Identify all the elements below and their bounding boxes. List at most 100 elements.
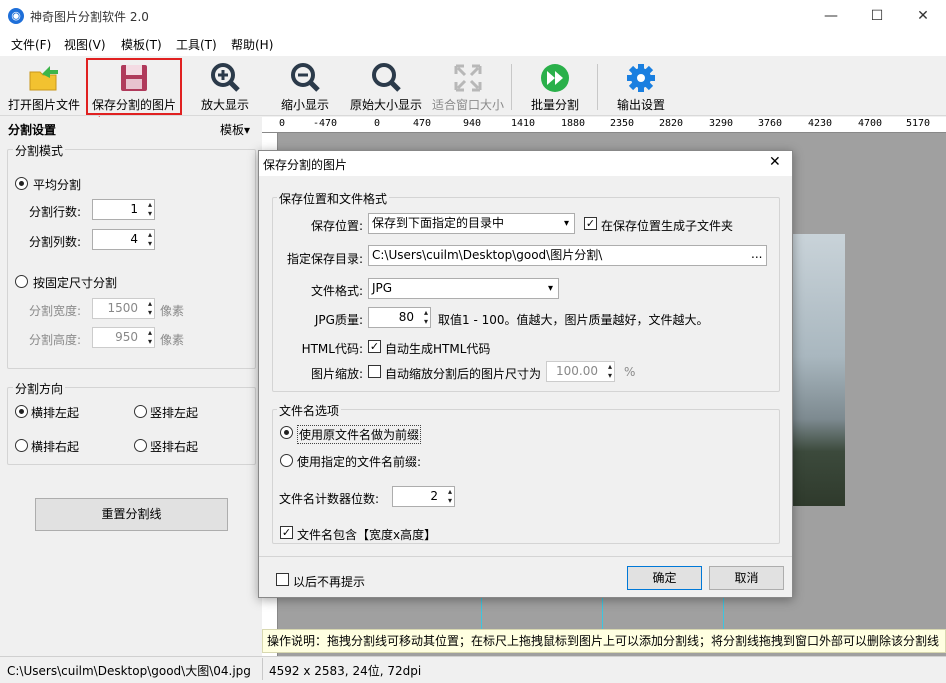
- include-size-checkbox[interactable]: ✓: [280, 526, 293, 539]
- ruler-tick: 2820: [659, 118, 684, 129]
- fast-forward-icon: [541, 64, 569, 92]
- preview-image: [792, 234, 845, 506]
- split-line[interactable]: [481, 598, 482, 629]
- menu-template[interactable]: 模板(T): [121, 36, 162, 53]
- quality-hint: 取值1 - 100。值越大，图片质量越好，文件越大。: [438, 313, 709, 327]
- close-button[interactable]: ✕: [900, 0, 946, 32]
- zoom-in-label: 放大显示: [200, 98, 249, 112]
- rows-label: 分割行数:: [29, 205, 82, 219]
- html-option-label: 自动生成HTML代码: [385, 342, 491, 356]
- ruler-tick: 3760: [758, 118, 783, 129]
- dialog-divider: [259, 556, 792, 557]
- horizontal-right-label: 横排右起: [31, 440, 80, 454]
- zoom-out-icon: [291, 63, 320, 92]
- height-unit: 像素: [160, 333, 185, 347]
- horizontal-left-radio[interactable]: [15, 405, 28, 418]
- open-image-button[interactable]: 打开图片文件: [4, 59, 84, 115]
- minimize-button[interactable]: —: [808, 0, 854, 32]
- highlight-box: [86, 58, 182, 115]
- reset-lines-button[interactable]: 重置分割线: [35, 498, 228, 531]
- status-separator: [262, 658, 263, 680]
- subfolder-checkbox[interactable]: ✓: [584, 217, 597, 230]
- maximize-button[interactable]: ☐: [854, 0, 900, 32]
- output-settings-label: 输出设置: [616, 98, 665, 112]
- scale-label: 图片缩放:: [310, 367, 363, 381]
- width-stepper[interactable]: 1500: [92, 298, 155, 319]
- open-folder-icon: [29, 66, 58, 91]
- batch-split-label: 批量分割: [530, 98, 579, 112]
- zoom-in-icon: [211, 63, 240, 92]
- image-info-status: 4592 x 2583, 24位, 72dpi: [269, 664, 422, 678]
- zoom-out-label: 缩小显示: [280, 98, 329, 112]
- zoom-out-button[interactable]: 缩小显示: [270, 59, 340, 115]
- ruler-tick: 940: [463, 118, 482, 129]
- output-settings-button[interactable]: 输出设置: [606, 59, 676, 115]
- ruler-tick: 3290: [709, 118, 734, 129]
- fit-window-icon: [454, 64, 482, 92]
- original-size-label: 原始大小显示: [349, 98, 422, 112]
- split-line[interactable]: [602, 598, 603, 629]
- save-dir-input[interactable]: C:\Users\cuilm\Desktop\good\图片分割\: [368, 245, 767, 266]
- html-checkbox[interactable]: ✓: [368, 340, 381, 353]
- use-custom-prefix-label: 使用指定的文件名前缀:: [297, 455, 422, 469]
- panel-title: 分割设置: [8, 123, 57, 137]
- even-split-label: 平均分割: [33, 178, 82, 192]
- template-dropdown[interactable]: 模板▾: [220, 121, 250, 138]
- save-location-label: 保存位置:: [310, 219, 363, 233]
- ruler-tick: 4700: [858, 118, 883, 129]
- percent-sign: %: [624, 365, 636, 379]
- fixed-size-label: 按固定尺寸分割: [33, 276, 118, 290]
- fixed-size-radio[interactable]: [15, 275, 28, 288]
- file-path-status: C:\Users\cuilm\Desktop\good\大图\04.jpg: [7, 664, 251, 678]
- ruler-tick: 1410: [511, 118, 536, 129]
- no-prompt-label: 以后不再提示: [293, 575, 366, 589]
- save-location-select[interactable]: 保存到下面指定的目录中: [368, 213, 575, 234]
- zoom-in-button[interactable]: 放大显示: [190, 59, 260, 115]
- top-ruler[interactable]: [262, 117, 946, 133]
- rows-stepper[interactable]: 1: [92, 199, 155, 220]
- scale-stepper[interactable]: 100.00: [546, 361, 615, 382]
- menu-view[interactable]: 视图(V): [64, 36, 106, 53]
- browse-button[interactable]: ...: [751, 247, 762, 261]
- ruler-tick: 0: [279, 118, 286, 129]
- fit-window-button[interactable]: 适合窗口大小: [430, 59, 506, 115]
- format-label: 文件格式:: [310, 284, 363, 298]
- split-direction-label: 分割方向: [13, 380, 66, 397]
- save-dialog: 保存分割的图片 ✕ 保存位置和文件格式 保存位置: 保存到下面指定的目录中 ✓ …: [258, 150, 793, 598]
- split-line[interactable]: [723, 598, 724, 629]
- cols-label: 分割列数:: [29, 235, 82, 249]
- width-label: 分割宽度:: [29, 304, 82, 318]
- use-original-name-radio[interactable]: [280, 426, 293, 439]
- batch-split-button[interactable]: 批量分割: [520, 59, 590, 115]
- scale-checkbox[interactable]: [368, 365, 381, 378]
- cols-stepper[interactable]: 4: [92, 229, 155, 250]
- quality-stepper[interactable]: 80: [368, 307, 431, 328]
- operation-hint: 操作说明：拖拽分割线可移动其位置；在标尺上拖拽鼠标到图片上可以添加分割线；将分割…: [262, 629, 946, 653]
- ruler-tick: -470: [313, 118, 338, 129]
- even-split-radio[interactable]: [15, 177, 28, 190]
- use-custom-prefix-radio[interactable]: [280, 454, 293, 467]
- menu-file[interactable]: 文件(F): [11, 36, 51, 53]
- no-prompt-checkbox[interactable]: [276, 573, 289, 586]
- vertical-right-radio[interactable]: [134, 439, 147, 452]
- vertical-left-radio[interactable]: [134, 405, 147, 418]
- ok-button[interactable]: 确定: [627, 566, 702, 590]
- ruler-tick: 1880: [561, 118, 586, 129]
- window-title: 神奇图片分割软件 2.0: [30, 10, 149, 24]
- ruler-tick: 470: [413, 118, 432, 129]
- width-unit: 像素: [160, 304, 185, 318]
- horizontal-left-label: 横排左起: [31, 406, 80, 420]
- format-select[interactable]: JPG: [368, 278, 559, 299]
- counter-digits-stepper[interactable]: 2: [392, 486, 455, 507]
- original-size-button[interactable]: 原始大小显示: [346, 59, 426, 115]
- menu-help[interactable]: 帮助(H): [231, 36, 273, 53]
- vertical-right-label: 竖排右起: [150, 440, 199, 454]
- height-stepper[interactable]: 950: [92, 327, 155, 348]
- horizontal-right-radio[interactable]: [15, 439, 28, 452]
- cancel-button[interactable]: 取消: [709, 566, 784, 590]
- dialog-close-button[interactable]: ✕: [769, 154, 781, 170]
- menu-tools[interactable]: 工具(T): [176, 36, 217, 53]
- scale-option-label: 自动缩放分割后的图片尺寸为: [385, 367, 542, 381]
- include-size-label: 文件名包含【宽度x高度】: [297, 528, 437, 542]
- magnifier-icon: [372, 63, 401, 92]
